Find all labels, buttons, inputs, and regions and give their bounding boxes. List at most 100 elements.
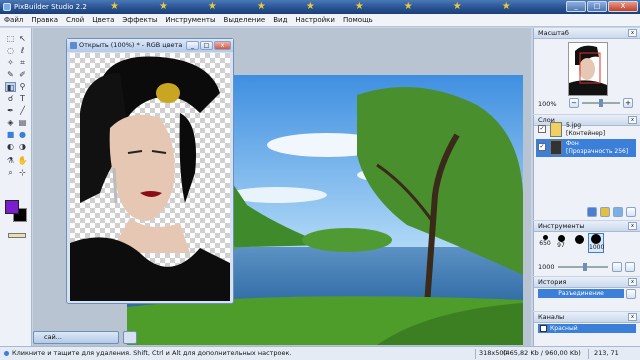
brush-size-label: 97 — [557, 242, 565, 249]
history-undo-icon[interactable] — [626, 289, 636, 299]
brush-reset-icon[interactable] — [625, 262, 635, 272]
doc-close-button[interactable]: x — [214, 41, 231, 50]
maximize-button[interactable]: □ — [587, 1, 607, 12]
menu-colors[interactable]: Цвета — [92, 16, 114, 24]
document-window[interactable]: Открыть (100%) * - RGB цвета _ □ x — [66, 38, 234, 304]
status-hint: Кликните и тащите для удаления. Shift, C… — [12, 349, 292, 357]
history-panel: История x Разъединение — [533, 277, 640, 311]
zoom-in-button[interactable]: + — [623, 98, 633, 108]
scale-panel-close-icon[interactable]: x — [628, 29, 637, 37]
magic-wand-icon[interactable]: ✧ — [5, 58, 16, 68]
brush-preset[interactable]: 97 — [554, 235, 568, 249]
brush-dot-icon — [574, 235, 584, 244]
eraser-icon[interactable]: ◧ — [5, 82, 16, 92]
zoom-slider-thumb[interactable] — [599, 99, 603, 107]
brush-size-slider[interactable] — [558, 263, 608, 271]
scale-panel-title: Масштаб — [538, 29, 569, 37]
zoom-slider[interactable] — [582, 99, 620, 107]
ellipse-shape-icon[interactable]: ● — [17, 130, 28, 140]
channels-panel-header: Каналы x — [534, 312, 640, 323]
layer-visibility-checkbox[interactable]: ✓ — [538, 143, 546, 151]
tools-panel-close-icon[interactable]: x — [628, 222, 637, 230]
brush-size-label: 1000 — [589, 244, 605, 251]
marquee-ellipse-icon[interactable]: ◌ — [5, 46, 16, 56]
pen-icon[interactable]: ✒ — [5, 106, 16, 116]
layer-text: Фон [Прозрачность 256] — [566, 140, 628, 156]
zoom-value[interactable]: 100% — [538, 100, 557, 108]
menu-effects[interactable]: Эффекты — [122, 16, 157, 24]
menu-edit[interactable]: Правка — [31, 16, 58, 24]
menu-settings[interactable]: Настройки — [295, 16, 335, 24]
brush-icon[interactable]: ✐ — [17, 70, 28, 80]
history-panel-header: История x — [534, 277, 640, 288]
menu-tools[interactable]: Инструменты — [165, 16, 215, 24]
move-tool-icon[interactable]: ↖ — [17, 34, 28, 44]
menu-layer[interactable]: Слой — [66, 16, 84, 24]
status-separator — [588, 349, 589, 359]
quick-mask-swatch[interactable] — [8, 233, 26, 238]
brush-preset[interactable]: 650 — [538, 235, 552, 247]
menu-selection[interactable]: Выделение — [224, 16, 266, 24]
clone-stamp-icon[interactable]: ⚲ — [17, 82, 28, 92]
layer-thumbnail — [550, 140, 562, 155]
measure-icon[interactable]: ⊹ — [17, 168, 28, 178]
channel-visibility-checkbox[interactable] — [540, 325, 547, 332]
channel-item[interactable]: Красный — [538, 324, 636, 333]
status-bar: Кликните и тащите для удаления. Shift, C… — [0, 346, 640, 360]
doc-minimize-button[interactable]: _ — [186, 41, 199, 50]
history-item[interactable]: Разъединение — [538, 289, 624, 298]
doc-maximize-button[interactable]: □ — [200, 41, 213, 50]
lasso-icon[interactable]: ℓ — [17, 46, 28, 56]
channels-panel-close-icon[interactable]: x — [628, 313, 637, 321]
gradient-icon[interactable]: ▤ — [17, 118, 28, 128]
brush-size-slider-thumb[interactable] — [583, 263, 588, 271]
layer-properties-icon[interactable] — [613, 207, 623, 217]
minimized-document-window-2[interactable] — [123, 331, 137, 344]
pencil-icon[interactable]: ✎ — [5, 70, 16, 80]
line-icon[interactable]: ╱ — [17, 106, 28, 116]
close-button[interactable]: X — [608, 1, 638, 12]
history-panel-close-icon[interactable]: x — [628, 278, 637, 286]
hand-icon[interactable]: ✋ — [17, 156, 28, 166]
layer-folder-icon[interactable] — [600, 207, 610, 217]
layer-row[interactable]: ✓ 5.jpg [Контейнер] — [536, 121, 636, 139]
zoom-icon[interactable]: ⌕ — [5, 168, 16, 178]
layer-type: [Контейнер] — [566, 130, 606, 137]
menu-file[interactable]: Файл — [4, 16, 23, 24]
minimize-button[interactable]: _ — [566, 1, 586, 12]
menu-bar: Файл Правка Слой Цвета Эффекты Инструмен… — [0, 14, 640, 27]
scale-preview-thumbnail — [569, 45, 607, 95]
brush-options-icon[interactable] — [612, 262, 622, 272]
eyedropper-icon[interactable]: ⚗ — [5, 156, 16, 166]
portrait-canvas[interactable] — [70, 53, 230, 301]
menu-help[interactable]: Помощь — [343, 16, 373, 24]
foreground-color-swatch[interactable] — [5, 200, 19, 214]
scale-panel: Масштаб x 100% − + — [533, 28, 640, 114]
brush-size-value[interactable]: 1000 — [538, 263, 555, 271]
app-icon — [3, 3, 11, 11]
channels-panel-title: Каналы — [538, 313, 565, 321]
delete-layer-icon[interactable] — [626, 207, 636, 217]
crop-icon[interactable]: ⌗ — [17, 58, 28, 68]
bucket-icon[interactable]: ◈ — [5, 118, 16, 128]
minimized-document-title: сай... — [44, 333, 62, 341]
burn-icon[interactable]: ◑ — [17, 142, 28, 152]
layer-row[interactable]: ✓ Фон [Прозрачность 256] — [536, 139, 636, 157]
brush-preset-selected[interactable]: 1000 — [588, 233, 604, 253]
brush-preset[interactable] — [572, 235, 586, 244]
zoom-out-button[interactable]: − — [569, 98, 579, 108]
menu-view[interactable]: Вид — [273, 16, 287, 24]
layer-text: 5.jpg [Контейнер] — [566, 122, 605, 138]
marquee-rect-icon[interactable]: ⬚ — [5, 34, 16, 44]
dodge-icon[interactable]: ◐ — [5, 142, 16, 152]
smudge-icon[interactable]: ☌ — [5, 94, 16, 104]
layer-visibility-checkbox[interactable]: ✓ — [538, 125, 546, 133]
new-layer-icon[interactable] — [587, 207, 597, 217]
channel-name: Красный — [550, 325, 578, 332]
scale-preview[interactable] — [568, 42, 608, 96]
document-icon — [70, 42, 77, 49]
text-icon[interactable]: T — [17, 94, 28, 104]
rect-shape-icon[interactable]: ■ — [5, 130, 16, 140]
scale-panel-header: Масштаб x — [534, 28, 640, 39]
minimized-document-window[interactable]: сай... — [33, 331, 119, 344]
